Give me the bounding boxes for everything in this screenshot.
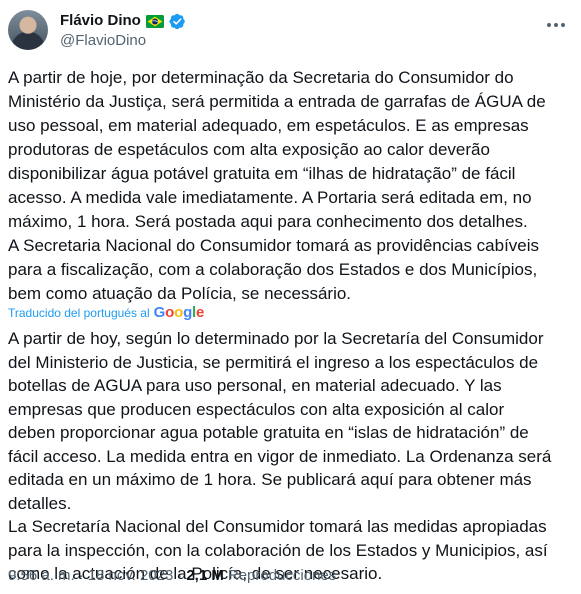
avatar[interactable] (8, 10, 48, 50)
meta-separator: · (177, 567, 183, 584)
translated-by-label: Traducido del portugués al (8, 306, 150, 320)
tweet-header: Flávio Dino @FlavioDino (8, 10, 571, 54)
meta-separator: · (78, 567, 84, 584)
brazil-flag-icon (145, 14, 164, 28)
tweet-text: A partir de hoje, por determinação da Se… (8, 68, 546, 303)
views-label: Reproducciones (227, 567, 337, 584)
google-logo: Google (153, 304, 205, 321)
author-display-name[interactable]: Flávio Dino (60, 12, 141, 30)
more-options-icon (546, 15, 566, 33)
views-count: 2,1 M (186, 567, 224, 584)
tweet-card: Flávio Dino @FlavioDino A partir de hoje… (0, 0, 581, 594)
verified-badge-icon (169, 13, 186, 30)
author-handle[interactable]: @FlavioDino (60, 32, 146, 50)
translation-attribution[interactable]: Traducido del portugués al Google (8, 305, 204, 321)
tweet-date[interactable]: 18 nov. 2023 (88, 566, 174, 586)
author-name-row: Flávio Dino (60, 12, 186, 30)
translated-tweet-text: A partir de hoy, según lo determinado po… (8, 329, 552, 583)
tweet-time[interactable]: 9:56 a. m. (8, 566, 75, 586)
more-options-button[interactable] (543, 14, 569, 34)
tweet-meta: 9:56 a. m. · 18 nov. 2023 · 2,1 M Reprod… (8, 566, 336, 586)
